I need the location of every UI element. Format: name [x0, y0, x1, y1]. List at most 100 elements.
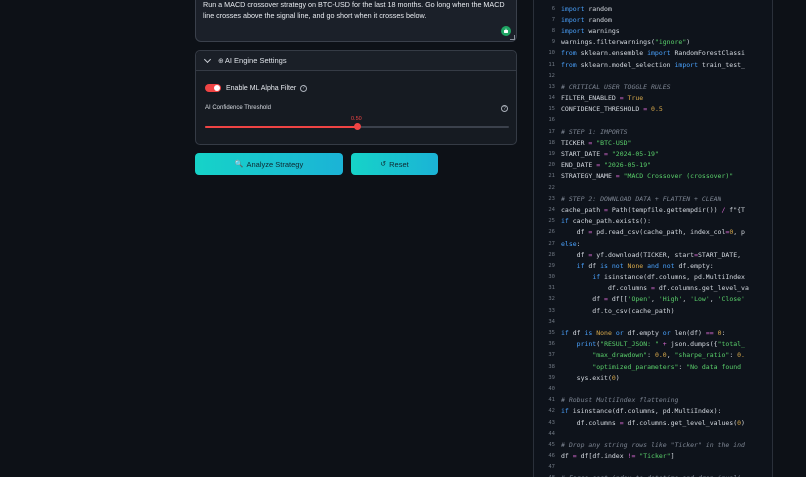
code-token: df.empty: [674, 261, 714, 270]
code-token: df.columns.get_level_va [654, 284, 749, 293]
code-token: ) [741, 418, 745, 427]
analyze-strategy-button[interactable]: 🔍 Analyze Strategy [195, 153, 343, 175]
code-token: else [561, 239, 577, 248]
analyze-button-label: Analyze Strategy [246, 159, 304, 169]
code-line: 6 import random [534, 3, 772, 14]
code-line: 20 END_DATE = "2026-05-19" [534, 160, 772, 171]
code-token: , [682, 295, 691, 304]
code-token: if [561, 217, 569, 226]
ai-engine-settings-panel: ⊕ AI Engine Settings Enable ML Alpha Fil… [195, 50, 517, 145]
help-icon[interactable]: ? [300, 84, 308, 92]
line-number: 42 [548, 408, 555, 415]
code-line: 32 df = df[['Open', 'High', 'Low', 'Clos… [534, 294, 772, 305]
line-number: 39 [548, 374, 555, 381]
line-number: 19 [548, 151, 555, 158]
code-token: isinstance(df.columns, pd.MultiIndex [600, 273, 745, 282]
code-token: yf.download(TICKER, start [592, 250, 695, 259]
code-token: df [561, 452, 573, 461]
line-number: 11 [548, 61, 555, 68]
code-token: json.dumps({ [666, 340, 718, 349]
slider-thumb[interactable] [353, 123, 361, 130]
slider-fill [205, 126, 357, 128]
code-token: import [561, 4, 585, 13]
code-text: # Robust MultiIndex flattening [561, 396, 678, 404]
code-line: 38 "optimized_parameters": "No data foun… [534, 361, 772, 372]
line-number: 26 [548, 229, 555, 236]
line-number: 18 [548, 139, 555, 146]
line-number: 10 [548, 50, 555, 57]
code-line: 15 CONFIDENCE_THRESHOLD = 0.5 [534, 104, 772, 115]
code-token: df.empty [623, 329, 663, 338]
line-number: 41 [548, 397, 555, 404]
line-number: 43 [548, 419, 555, 426]
code-line: 16 [534, 115, 772, 126]
line-number: 40 [548, 385, 555, 392]
code-token: STRATEGY_NAME [561, 172, 616, 181]
code-token: "total_ [717, 340, 745, 349]
code-text: TICKER = "BTC-USD" [561, 139, 631, 147]
code-token: TICKER [561, 138, 589, 147]
line-number: 32 [548, 296, 555, 303]
code-token: cache_path [561, 205, 605, 214]
reset-button[interactable]: ↺ Reset [351, 153, 438, 175]
code-token: CONFIDENCE_THRESHOLD [561, 105, 644, 114]
code-line: 48# Force cast index to datetime and dro… [534, 473, 772, 477]
code-token: df.columns [561, 418, 620, 427]
code-line: 37 "max_drawdown": 0.0, "sharpe_ratio": … [534, 350, 772, 361]
line-number: 7 [551, 16, 555, 23]
code-token: 0.0 [654, 351, 667, 360]
line-number: 15 [548, 106, 555, 113]
line-number: 27 [548, 240, 555, 247]
code-line: 44 [534, 428, 772, 439]
code-token: , [709, 295, 718, 304]
line-number: 30 [548, 274, 555, 281]
confidence-slider[interactable] [205, 123, 509, 130]
line-number: 31 [548, 285, 555, 292]
line-number: 46 [548, 453, 555, 460]
code-line: 8 import warnings [534, 25, 772, 36]
line-number: 28 [548, 251, 555, 258]
resize-grip-icon[interactable] [510, 35, 515, 40]
code-token: df[df.index [576, 452, 628, 461]
line-number: 45 [548, 441, 555, 448]
code-text: import random [561, 5, 612, 13]
code-token: df[[ [607, 295, 628, 304]
code-token: df [568, 329, 585, 338]
code-text: df = df[df.index != "Ticker"] [561, 452, 675, 460]
code-line: 46 df = df[df.index != "Ticker"] [534, 451, 772, 462]
code-text: else: [561, 240, 581, 248]
line-number: 29 [548, 262, 555, 269]
code-text: cache_path = Path(tempfile.gettempdir())… [561, 206, 745, 214]
code-token: "2024-05-19" [611, 150, 659, 159]
ml-filter-toggle[interactable] [205, 84, 221, 92]
code-token: "MACD Crossover (crossover)" [623, 172, 734, 181]
line-number: 44 [548, 430, 555, 437]
code-line: 7 import random [534, 14, 772, 25]
code-viewer[interactable]: 6 import random 7 import random 8 import warn… [533, 0, 773, 477]
code-token: "2026-05-19" [604, 161, 652, 170]
refresh-icon: ↺ [380, 161, 387, 168]
code-line: 22 [534, 182, 772, 193]
code-token: import [561, 26, 585, 35]
code-token: ) [686, 38, 691, 47]
code-line: 28 df = yf.download(TICKER, start=START_… [534, 249, 772, 260]
code-line: 42 if isinstance(df.columns, pd.MultiInde… [534, 406, 772, 417]
code-text: if isinstance(df.columns, pd.MultiIndex)… [561, 407, 721, 415]
ai-settings-header[interactable]: ⊕ AI Engine Settings [196, 51, 516, 71]
code-line: 25 if cache_path.exists(): [534, 216, 772, 227]
chevron-down-icon [203, 55, 212, 63]
code-line: 26 df = pd.read_csv(cache_path, index_co… [534, 227, 772, 238]
code-token: "optimized_parameters" [592, 362, 679, 371]
code-token: print [576, 340, 597, 349]
threshold-help-icon[interactable]: ? [501, 105, 508, 112]
threshold-label: AI Confidence Threshold [205, 105, 271, 111]
code-line: 12 [534, 70, 772, 81]
line-number: 8 [551, 27, 555, 34]
code-token: df [561, 295, 605, 304]
strategy-prompt-input[interactable]: Run a MACD crossover strategy on BTC-USD… [195, 0, 517, 42]
line-number: 21 [548, 173, 555, 180]
